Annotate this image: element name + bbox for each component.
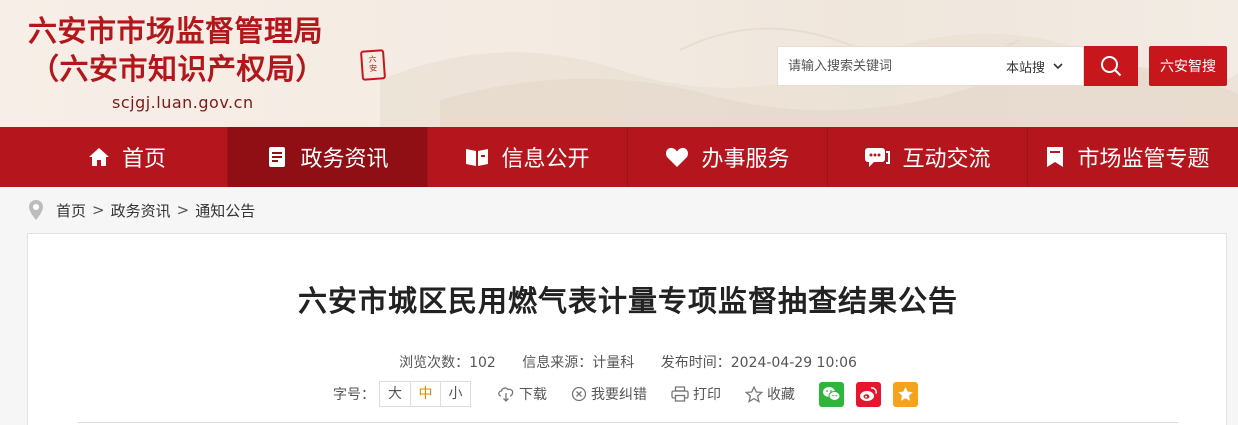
search-scope-value: 本站搜 — [1006, 60, 1046, 76]
nav-item-label: 信息公开 — [501, 147, 590, 172]
nav-item-topics[interactable]: 市场监管专题 — [1027, 127, 1227, 187]
publish-time: 发布时间：2024-04-29 10:06 — [660, 355, 857, 371]
site-domain: scjgj.luan.gov.cn — [112, 93, 254, 112]
print-label: 打印 — [693, 387, 721, 403]
site-title-line2: （六安市知识产权局） — [30, 52, 326, 86]
info-source: 信息来源：计量科 — [522, 355, 635, 371]
search-box: 本站搜 — [777, 46, 1084, 86]
error-circle-icon — [571, 386, 587, 402]
report-error-label: 我要纠错 — [591, 387, 647, 403]
article-title: 六安市城区民用燃气表计量专项监督抽查结果公告 — [297, 284, 958, 318]
search-icon — [1101, 56, 1122, 77]
seal-logo: 六安 — [359, 49, 387, 81]
breadcrumb-news[interactable]: 政务资讯 — [111, 200, 171, 221]
nav-item-label: 政务资讯 — [300, 147, 389, 172]
chevron-down-icon — [1053, 59, 1063, 73]
star-outline-icon — [745, 385, 763, 403]
article-card: 六安市城区民用燃气表计量专项监督抽查结果公告 浏览次数：102 信息来源：计量科… — [27, 233, 1227, 425]
breadcrumb: 首页 > 政务资讯 > 通知公告 — [28, 198, 255, 222]
search-input[interactable] — [778, 47, 1000, 85]
download-button[interactable]: 下载 — [497, 384, 547, 404]
breadcrumb-separator: > — [176, 201, 190, 219]
nav-item-news[interactable]: 政务资讯 — [227, 127, 427, 187]
share-wechat-button[interactable] — [819, 381, 844, 407]
nav-item-label: 首页 — [121, 147, 166, 172]
luan-smart-search-button[interactable]: 六安智搜 — [1149, 46, 1227, 86]
wechat-icon — [823, 387, 841, 401]
article-meta: 浏览次数：102 信息来源：计量科 发布时间：2024-04-29 10:06 — [28, 352, 1228, 372]
print-button[interactable]: 打印 — [671, 384, 721, 404]
share-weibo-button[interactable] — [856, 381, 881, 407]
nav-item-services[interactable]: 办事服务 — [627, 127, 827, 187]
font-size-medium-button[interactable]: 中 — [410, 382, 440, 406]
share-qzone-button[interactable] — [893, 381, 918, 407]
printer-icon — [671, 386, 689, 402]
home-icon — [88, 148, 109, 166]
main-nav: 首页 政务资讯 信息公开 办事服务 互动交流 市场监管专题 — [0, 127, 1238, 187]
nav-item-label: 办事服务 — [701, 147, 790, 172]
download-label: 下载 — [519, 387, 547, 403]
site-header: 六安市市场监督管理局 （六安市知识产权局） 六安 scjgj.luan.gov.… — [0, 0, 1238, 127]
nav-item-home[interactable]: 首页 — [27, 127, 227, 187]
open-book-icon — [466, 149, 489, 166]
article-divider — [78, 422, 1178, 423]
nav-item-label: 互动交流 — [902, 147, 991, 172]
qzone-star-icon — [898, 387, 913, 401]
favorite-label: 收藏 — [767, 387, 795, 403]
breadcrumb-home[interactable]: 首页 — [56, 200, 86, 221]
search-button[interactable] — [1084, 46, 1138, 86]
view-count: 浏览次数：102 — [399, 355, 496, 371]
nav-item-disclosure[interactable]: 信息公开 — [427, 127, 627, 187]
font-size-large-button[interactable]: 大 — [380, 382, 410, 406]
site-title[interactable]: 六安市市场监督管理局 （六安市知识产权局） — [28, 12, 325, 88]
location-pin-icon — [29, 200, 43, 220]
weibo-icon — [860, 387, 877, 401]
heart-icon — [666, 147, 689, 167]
font-size-small-button[interactable]: 小 — [440, 382, 470, 406]
nav-item-label: 市场监管专题 — [1077, 147, 1210, 172]
nav-item-interaction[interactable]: 互动交流 — [827, 127, 1027, 187]
report-error-button[interactable]: 我要纠错 — [571, 384, 647, 404]
download-icon — [498, 387, 514, 402]
font-size-selector: 大 中 小 — [379, 381, 471, 407]
breadcrumb-notices[interactable]: 通知公告 — [195, 200, 255, 221]
chat-icon — [865, 148, 891, 167]
document-icon — [269, 147, 286, 167]
article-tools: 字号： 大 中 小 下载 我要纠错 打印 收藏 — [333, 380, 930, 408]
favorite-button[interactable]: 收藏 — [745, 384, 795, 404]
site-title-line1: 六安市市场监督管理局 — [28, 14, 324, 48]
font-size-label: 字号： — [333, 387, 375, 403]
bookmark-icon — [1047, 147, 1064, 167]
search-scope-select[interactable]: 本站搜 — [1006, 47, 1082, 85]
breadcrumb-separator: > — [92, 201, 105, 219]
